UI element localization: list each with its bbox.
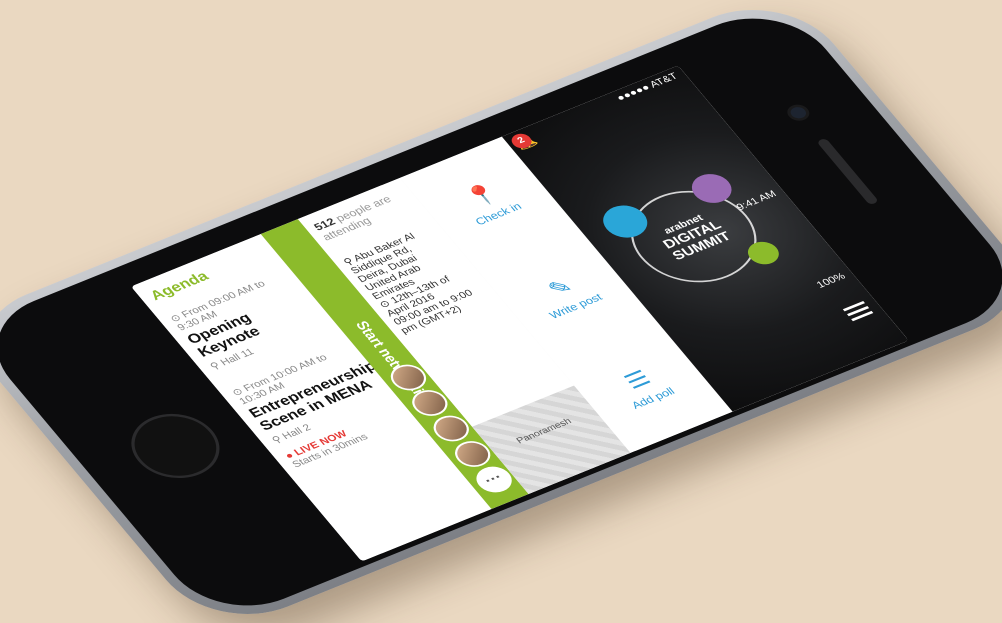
hamburger-menu-icon[interactable] [840, 298, 875, 324]
phone-device: Agenda ⊙ From 09:00 AM to 9:30 AM Openin… [0, 0, 1002, 623]
front-camera [787, 105, 809, 121]
agenda-title: Agenda [147, 269, 212, 304]
earpiece-speaker [816, 137, 880, 206]
home-button[interactable] [114, 402, 237, 490]
venue-name: Panoramesh [514, 416, 574, 446]
stage: Agenda ⊙ From 09:00 AM to 9:30 AM Openin… [0, 0, 1002, 623]
app-screen: Agenda ⊙ From 09:00 AM to 9:30 AM Openin… [130, 65, 909, 562]
logo-dot-blue [594, 199, 656, 244]
phone-face: Agenda ⊙ From 09:00 AM to 9:30 AM Openin… [0, 0, 1002, 623]
event-logo: arabnet DIGITAL SUMMIT [594, 168, 785, 299]
logo-dot-green [742, 237, 785, 269]
logo-dot-purple [684, 168, 740, 208]
battery-indicator: 100% [814, 271, 848, 291]
carrier-label: ●●●●● AT&T [614, 71, 681, 104]
